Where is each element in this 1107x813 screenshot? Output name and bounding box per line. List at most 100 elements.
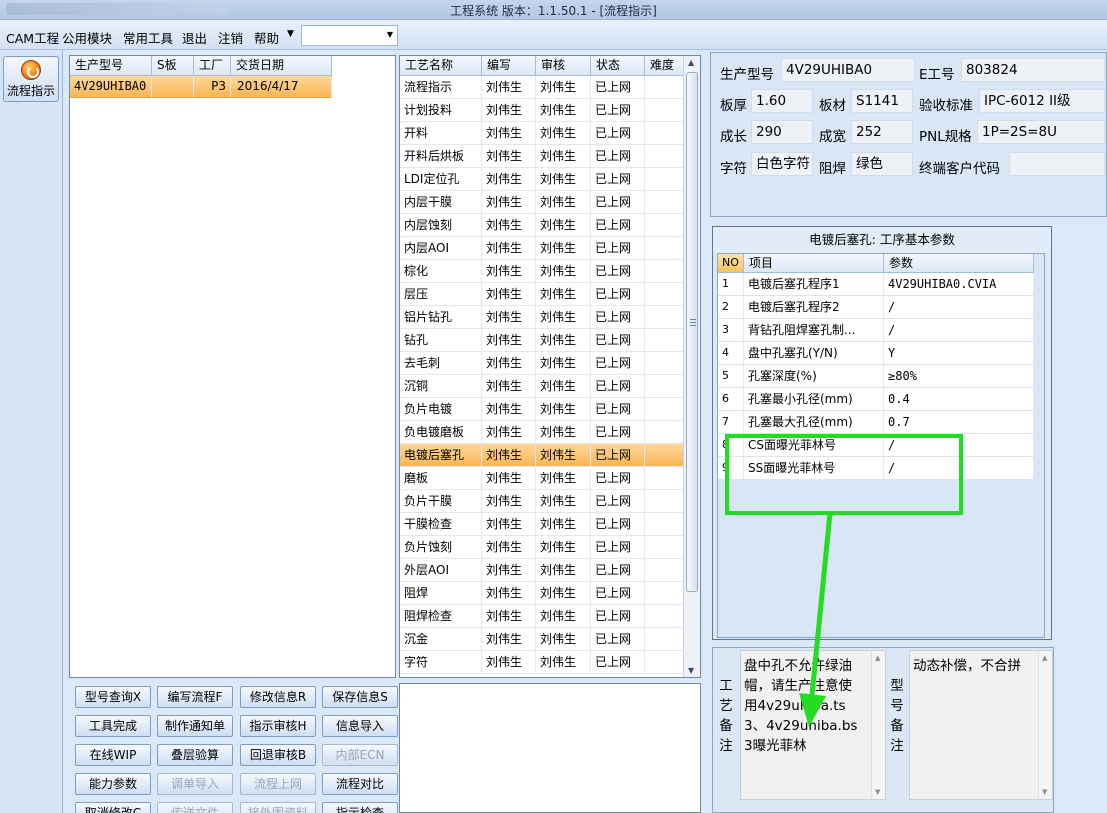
memo-scrollbar[interactable]: ▲ ▼ (1038, 651, 1052, 799)
chevron-down-icon[interactable]: ▼ (387, 30, 393, 39)
process-header-reviewer[interactable]: 审核 (536, 56, 591, 76)
action-button-18[interactable]: 传送文件 (157, 802, 233, 813)
action-button-15[interactable]: 流程上网 (240, 773, 316, 795)
table-row[interactable]: 字符 刘伟生 刘伟生 已上网 (400, 651, 684, 674)
action-button-7[interactable]: 指示审核H (240, 715, 316, 737)
table-row[interactable]: LDI定位孔 刘伟生 刘伟生 已上网 (400, 168, 684, 191)
table-row[interactable]: 7 孔塞最大孔径(mm) 0.7 (718, 411, 1034, 434)
table-row[interactable]: 内层AOI 刘伟生 刘伟生 已上网 (400, 237, 684, 260)
table-row[interactable]: 开料后烘板 刘伟生 刘伟生 已上网 (400, 145, 684, 168)
table-row[interactable]: 外层AOI 刘伟生 刘伟生 已上网 (400, 559, 684, 582)
table-row[interactable]: 4 盘中孔塞孔(Y/N) Y (718, 342, 1034, 365)
table-row[interactable]: 负片电镀 刘伟生 刘伟生 已上网 (400, 398, 684, 421)
thickness-field[interactable]: 1.60 (751, 89, 813, 113)
scroll-up-icon[interactable]: ▲ (875, 654, 880, 662)
process-grid[interactable]: 工艺名称 编写 审核 状态 难度 流程指示 刘伟生 刘伟生 已上网 计划投料 刘伟生 刘伟生… (399, 55, 701, 678)
table-row[interactable]: 磨板 刘伟生 刘伟生 已上网 (400, 467, 684, 490)
params-header-value[interactable]: 参数 (884, 254, 1034, 273)
action-button-8[interactable]: 信息导入 (322, 715, 398, 737)
table-row[interactable]: 去毛刺 刘伟生 刘伟生 已上网 (400, 352, 684, 375)
table-row[interactable]: 2 电镀后塞孔程序2/ (718, 296, 1034, 319)
action-button-9[interactable]: 在线WIP (75, 744, 151, 766)
process-notes-memo[interactable]: 盘中孔不允许绿油帽，请生产注意使用4v29uhiba.ts3、4v29uhiba… (740, 650, 886, 800)
flow-instruction-button[interactable]: 流程指示 (3, 56, 59, 102)
action-button-20[interactable]: 指示检查 (322, 802, 398, 813)
process-header-difficulty[interactable]: 难度 (645, 56, 684, 76)
char-field[interactable]: 白色字符 (751, 152, 813, 176)
table-row[interactable]: 沉金 刘伟生 刘伟生 已上网 (400, 628, 684, 651)
table-row[interactable]: 内层干膜 刘伟生 刘伟生 已上网 (400, 191, 684, 214)
action-button-13[interactable]: 能力参数 (75, 773, 151, 795)
table-row[interactable]: 1 电镀后塞孔程序1 4V29UHIBA0.CVIA (718, 273, 1034, 296)
table-row[interactable]: 内层蚀刻 刘伟生 刘伟生 已上网 (400, 214, 684, 237)
action-button-1[interactable]: 型号查询X (75, 686, 151, 708)
menu-common-modules[interactable]: 公用模块 (62, 28, 112, 47)
menu-cam[interactable]: CAM工程 (6, 28, 59, 47)
table-row[interactable]: 铝片钻孔 刘伟生 刘伟生 已上网 (400, 306, 684, 329)
scroll-thumb[interactable] (686, 72, 698, 592)
length-field[interactable]: 290 (751, 120, 813, 144)
scroll-up-icon[interactable]: ▲ (1042, 654, 1047, 662)
orders-grid[interactable]: 生产型号 S板 工厂 交货日期 4V29UHIBA0 P3 2016/4/17 (69, 55, 396, 678)
process-scrollbar[interactable]: ▲ ▼ (683, 56, 700, 677)
table-row[interactable]: 9 SS面曝光菲林号 / (718, 457, 1034, 480)
action-button-19[interactable]: 接外围资料 (240, 802, 316, 813)
orders-header-model[interactable]: 生产型号 (70, 56, 152, 76)
table-row[interactable]: 3 背钻孔阻焊塞孔制... / (718, 319, 1034, 342)
model-notes-memo[interactable]: 动态补偿，不合拼 ▲ ▼ (909, 650, 1053, 800)
scroll-down-icon[interactable]: ▼ (688, 666, 694, 675)
action-button-5[interactable]: 工具完成 (75, 715, 151, 737)
action-button-6[interactable]: 制作通知单 (157, 715, 233, 737)
standard-field[interactable]: IPC-6012 II级 (979, 89, 1105, 113)
params-grid[interactable]: NO 项目 参数 1 电镀后塞孔程序1 4V29UHIBA0.CVIA 2 电镀后塞孔程… (717, 253, 1045, 638)
pnl-field[interactable]: 1P=2S=8U (977, 120, 1105, 144)
orders-header-sboard[interactable]: S板 (152, 56, 194, 76)
menu-common-tools[interactable]: 常用工具 (123, 28, 173, 47)
eno-field[interactable]: 803824 (961, 58, 1105, 82)
action-button-4[interactable]: 保存信息S (322, 686, 398, 708)
action-button-10[interactable]: 叠层验算 (157, 744, 233, 766)
table-row[interactable]: 负电镀磨板 刘伟生 刘伟生 已上网 (400, 421, 684, 444)
menu-combo-box[interactable]: ▼ (301, 25, 398, 46)
scroll-down-icon[interactable]: ▼ (875, 788, 880, 796)
table-row[interactable]: 计划投料 刘伟生 刘伟生 已上网 (400, 99, 684, 122)
action-button-16[interactable]: 流程对比 (322, 773, 398, 795)
mask-field[interactable]: 绿色 (851, 152, 913, 176)
action-button-3[interactable]: 修改信息R (240, 686, 316, 708)
table-row[interactable]: 钻孔 刘伟生 刘伟生 已上网 (400, 329, 684, 352)
table-row[interactable]: 6 孔塞最小孔径(mm) 0.4 (718, 388, 1034, 411)
params-header-no[interactable]: NO (718, 254, 744, 273)
model-field[interactable]: 4V29UHIBA0 (781, 58, 915, 82)
table-row[interactable]: 负片蚀刻 刘伟生 刘伟生 已上网 (400, 536, 684, 559)
orders-header-factory[interactable]: 工厂 (194, 56, 231, 76)
menu-exit[interactable]: 退出 (182, 28, 207, 47)
menu-help[interactable]: 帮助 (254, 28, 279, 47)
action-button-12[interactable]: 内部ECN (322, 744, 398, 766)
action-button-14[interactable]: 调单导入 (157, 773, 233, 795)
orders-header-date[interactable]: 交货日期 (231, 56, 332, 76)
table-row[interactable]: 层压 刘伟生 刘伟生 已上网 (400, 283, 684, 306)
table-row[interactable]: 开料 刘伟生 刘伟生 已上网 (400, 122, 684, 145)
table-row[interactable]: 干膜检查 刘伟生 刘伟生 已上网 (400, 513, 684, 536)
table-row[interactable]: 8 CS面曝光菲林号 / (718, 434, 1034, 457)
width-field[interactable]: 252 (851, 120, 913, 144)
table-row[interactable]: 流程指示 刘伟生 刘伟生 已上网 (400, 76, 684, 99)
table-row[interactable]: 阻焊检查 刘伟生 刘伟生 已上网 (400, 605, 684, 628)
action-button-11[interactable]: 回退审核B (240, 744, 316, 766)
customer-field[interactable] (1009, 152, 1105, 176)
table-row[interactable]: 4V29UHIBA0 P3 2016/4/17 (70, 76, 332, 98)
table-row[interactable]: 5 孔塞深度(%) ≥80% (718, 365, 1034, 388)
memo-scrollbar[interactable]: ▲ ▼ (871, 651, 885, 799)
action-button-2[interactable]: 编写流程F (157, 686, 233, 708)
table-row[interactable]: 沉铜 刘伟生 刘伟生 已上网 (400, 375, 684, 398)
action-button-17[interactable]: 取消修改C (75, 802, 151, 813)
process-header-author[interactable]: 编写 (482, 56, 536, 76)
material-field[interactable]: S1141 (851, 89, 913, 113)
process-header-name[interactable]: 工艺名称 (400, 56, 482, 76)
menu-dropdown-arrow-icon[interactable]: ▼ (287, 29, 294, 39)
scroll-down-icon[interactable]: ▼ (1042, 788, 1047, 796)
table-row[interactable]: 负片干膜 刘伟生 刘伟生 已上网 (400, 490, 684, 513)
scroll-up-icon[interactable]: ▲ (688, 58, 694, 67)
table-row[interactable]: 电镀后塞孔 刘伟生 刘伟生 已上网 (400, 444, 684, 467)
params-header-item[interactable]: 项目 (744, 254, 884, 273)
